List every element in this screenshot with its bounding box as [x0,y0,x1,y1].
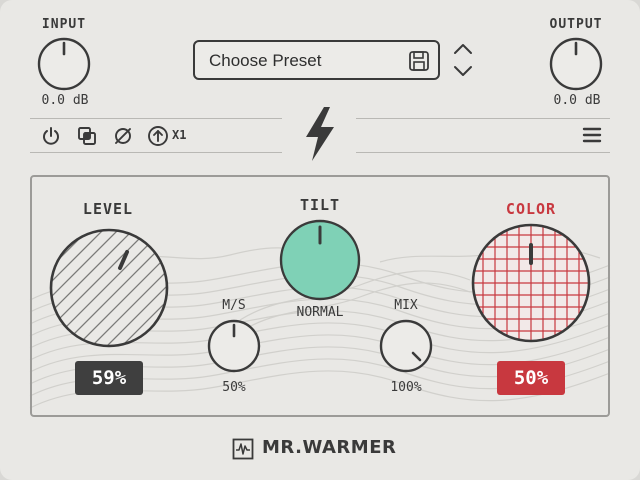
color-value-badge: 50% [497,361,565,395]
preset-next-arrow-icon[interactable] [452,64,474,78]
input-knob[interactable] [36,36,92,92]
upsample-icon[interactable] [147,125,169,147]
level-value-badge: 59% [75,361,143,395]
output-label: OUTPUT [549,17,603,32]
save-icon[interactable] [408,50,430,72]
overlap-icon[interactable] [77,126,97,146]
toolbar-divider [30,152,282,153]
mix-label: MIX [394,298,418,313]
color-knob[interactable] [469,221,593,345]
preset-selector[interactable]: Choose Preset [193,40,440,80]
input-value: 0.0 dB [41,93,89,108]
output-knob[interactable] [548,36,604,92]
ms-label: M/S [222,298,246,313]
tilt-knob[interactable] [278,218,362,302]
toolbar-divider [356,118,610,119]
bolt-icon[interactable] [300,105,340,163]
waveform-logo-icon [232,438,254,460]
ms-knob[interactable] [206,318,262,374]
ms-value: 50% [222,380,246,395]
toolbar-divider [356,152,610,153]
level-knob[interactable] [47,226,171,350]
power-icon[interactable] [41,126,61,146]
plugin-window: INPUT 0.0 dB OUTPUT 0.0 dB Choose Preset [0,0,640,480]
menu-icon[interactable] [582,126,602,144]
bypass-icon[interactable] [113,126,133,146]
level-label: LEVEL [82,200,134,218]
preset-label: Choose Preset [209,51,322,70]
tilt-label: TILT [299,196,341,214]
input-label: INPUT [41,17,87,32]
brand-name: MR.WARMER [262,437,397,458]
tilt-value: NORMAL [296,305,344,320]
preset-previous-arrow-icon[interactable] [452,42,474,56]
oversample-label: X1 [172,128,187,142]
mix-knob[interactable] [378,318,434,374]
color-label: COLOR [505,200,557,218]
output-value: 0.0 dB [553,93,601,108]
toolbar-divider [30,118,282,119]
mix-value: 100% [390,380,422,395]
